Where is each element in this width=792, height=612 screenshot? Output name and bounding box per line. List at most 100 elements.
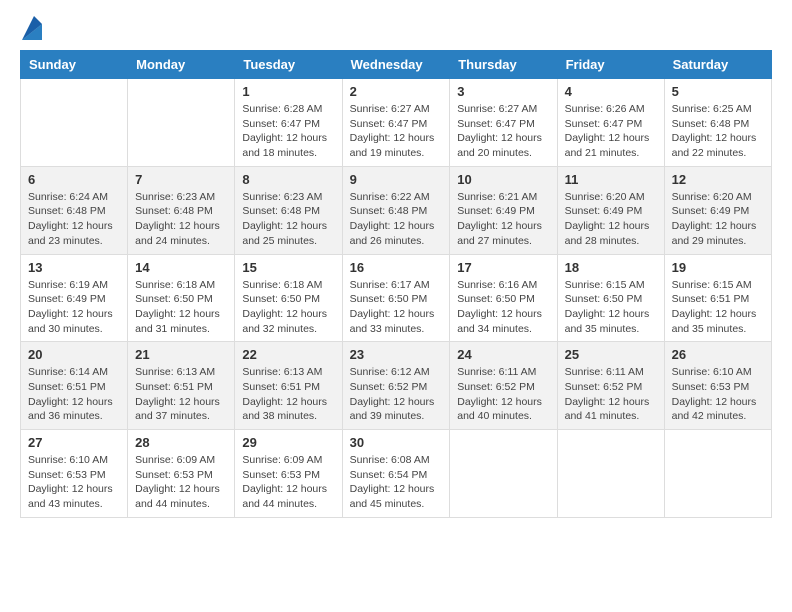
calendar-cell: 11Sunrise: 6:20 AM Sunset: 6:49 PM Dayli… <box>557 166 664 254</box>
calendar-cell: 1 Sunrise: 6:28 AM Sunset: 6:47 PM Daylig… <box>235 79 342 167</box>
day-info: Sunrise: 6:09 AM Sunset: 6:53 PM Dayligh… <box>242 453 334 512</box>
calendar-cell: 21 Sunrise: 6:13 AM Sunset: 6:51 PM Dayli… <box>128 342 235 430</box>
calendar-cell: 22Sunrise: 6:13 AM Sunset: 6:51 PM Dayli… <box>235 342 342 430</box>
day-info: Sunrise: 6:10 AM Sunset: 6:53 PM Dayligh… <box>672 365 764 424</box>
day-info: Sunrise: 6:10 AM Sunset: 6:53 PM Dayligh… <box>28 453 120 512</box>
day-number: 16 <box>350 260 443 275</box>
day-number: 21 <box>135 347 227 362</box>
calendar-cell: 6Sunrise: 6:24 AM Sunset: 6:48 PM Daylig… <box>21 166 128 254</box>
day-number: 27 <box>28 435 120 450</box>
day-info: Sunrise: 6:27 AM Sunset: 6:47 PM Dayligh… <box>350 102 443 161</box>
logo <box>20 20 42 40</box>
day-info: Sunrise: 6:09 AM Sunset: 6:53 PM Dayligh… <box>135 453 227 512</box>
calendar-cell: 30 Sunrise: 6:08 AM Sunset: 6:54 PM Dayli… <box>342 430 450 518</box>
calendar-cell: 29 Sunrise: 6:09 AM Sunset: 6:53 PM Dayli… <box>235 430 342 518</box>
day-number: 12 <box>672 172 764 187</box>
day-info: Sunrise: 6:13 AM Sunset: 6:51 PM Dayligh… <box>135 365 227 424</box>
day-info: Sunrise: 6:18 AM Sunset: 6:50 PM Dayligh… <box>242 278 334 337</box>
day-number: 25 <box>565 347 657 362</box>
calendar-cell: 14 Sunrise: 6:18 AM Sunset: 6:50 PM Dayli… <box>128 254 235 342</box>
calendar-cell: 8 Sunrise: 6:23 AM Sunset: 6:48 PM Daylig… <box>235 166 342 254</box>
day-info: Sunrise: 6:17 AM Sunset: 6:50 PM Dayligh… <box>350 278 443 337</box>
calendar-cell: 16 Sunrise: 6:17 AM Sunset: 6:50 PM Dayli… <box>342 254 450 342</box>
day-number: 5 <box>672 84 764 99</box>
day-info: Sunrise: 6:16 AM Sunset: 6:50 PM Dayligh… <box>457 278 549 337</box>
calendar-cell: 25Sunrise: 6:11 AM Sunset: 6:52 PM Dayli… <box>557 342 664 430</box>
day-info: Sunrise: 6:11 AM Sunset: 6:52 PM Dayligh… <box>457 365 549 424</box>
day-number: 3 <box>457 84 549 99</box>
calendar-cell: 28 Sunrise: 6:09 AM Sunset: 6:53 PM Dayli… <box>128 430 235 518</box>
day-number: 8 <box>242 172 334 187</box>
day-info: Sunrise: 6:23 AM Sunset: 6:48 PM Dayligh… <box>135 190 227 249</box>
day-number: 26 <box>672 347 764 362</box>
calendar-cell: 7 Sunrise: 6:23 AM Sunset: 6:48 PM Daylig… <box>128 166 235 254</box>
calendar-cell <box>450 430 557 518</box>
calendar-body: 1 Sunrise: 6:28 AM Sunset: 6:47 PM Daylig… <box>21 79 772 518</box>
day-number: 19 <box>672 260 764 275</box>
day-of-week-header: Saturday <box>664 51 771 79</box>
calendar-cell <box>557 430 664 518</box>
calendar-week-row: 1 Sunrise: 6:28 AM Sunset: 6:47 PM Daylig… <box>21 79 772 167</box>
calendar-cell <box>21 79 128 167</box>
day-info: Sunrise: 6:15 AM Sunset: 6:50 PM Dayligh… <box>565 278 657 337</box>
day-info: Sunrise: 6:19 AM Sunset: 6:49 PM Dayligh… <box>28 278 120 337</box>
day-number: 23 <box>350 347 443 362</box>
day-number: 9 <box>350 172 443 187</box>
day-of-week-header: Friday <box>557 51 664 79</box>
calendar-cell: 15 Sunrise: 6:18 AM Sunset: 6:50 PM Dayli… <box>235 254 342 342</box>
day-of-week-header: Tuesday <box>235 51 342 79</box>
day-number: 20 <box>28 347 120 362</box>
day-of-week-header: Wednesday <box>342 51 450 79</box>
day-info: Sunrise: 6:28 AM Sunset: 6:47 PM Dayligh… <box>242 102 334 161</box>
calendar-week-row: 27 Sunrise: 6:10 AM Sunset: 6:53 PM Dayli… <box>21 430 772 518</box>
day-info: Sunrise: 6:12 AM Sunset: 6:52 PM Dayligh… <box>350 365 443 424</box>
day-number: 24 <box>457 347 549 362</box>
day-number: 2 <box>350 84 443 99</box>
calendar-cell <box>664 430 771 518</box>
calendar-cell: 17Sunrise: 6:16 AM Sunset: 6:50 PM Dayli… <box>450 254 557 342</box>
day-number: 1 <box>242 84 334 99</box>
calendar-cell: 9 Sunrise: 6:22 AM Sunset: 6:48 PM Daylig… <box>342 166 450 254</box>
calendar-table: SundayMondayTuesdayWednesdayThursdayFrid… <box>20 50 772 518</box>
day-of-week-header: Sunday <box>21 51 128 79</box>
day-number: 4 <box>565 84 657 99</box>
day-of-week-header: Thursday <box>450 51 557 79</box>
calendar-week-row: 13 Sunrise: 6:19 AM Sunset: 6:49 PM Dayli… <box>21 254 772 342</box>
page-header <box>20 20 772 40</box>
day-number: 10 <box>457 172 549 187</box>
day-number: 28 <box>135 435 227 450</box>
day-number: 7 <box>135 172 227 187</box>
calendar-cell: 5Sunrise: 6:25 AM Sunset: 6:48 PM Daylig… <box>664 79 771 167</box>
day-info: Sunrise: 6:14 AM Sunset: 6:51 PM Dayligh… <box>28 365 120 424</box>
day-info: Sunrise: 6:24 AM Sunset: 6:48 PM Dayligh… <box>28 190 120 249</box>
day-info: Sunrise: 6:18 AM Sunset: 6:50 PM Dayligh… <box>135 278 227 337</box>
calendar-cell: 19 Sunrise: 6:15 AM Sunset: 6:51 PM Dayli… <box>664 254 771 342</box>
day-info: Sunrise: 6:08 AM Sunset: 6:54 PM Dayligh… <box>350 453 443 512</box>
day-info: Sunrise: 6:27 AM Sunset: 6:47 PM Dayligh… <box>457 102 549 161</box>
day-info: Sunrise: 6:26 AM Sunset: 6:47 PM Dayligh… <box>565 102 657 161</box>
day-info: Sunrise: 6:13 AM Sunset: 6:51 PM Dayligh… <box>242 365 334 424</box>
calendar-cell: 4 Sunrise: 6:26 AM Sunset: 6:47 PM Daylig… <box>557 79 664 167</box>
calendar-cell <box>128 79 235 167</box>
calendar-cell: 2 Sunrise: 6:27 AM Sunset: 6:47 PM Daylig… <box>342 79 450 167</box>
day-info: Sunrise: 6:23 AM Sunset: 6:48 PM Dayligh… <box>242 190 334 249</box>
calendar-cell: 3 Sunrise: 6:27 AM Sunset: 6:47 PM Daylig… <box>450 79 557 167</box>
day-number: 15 <box>242 260 334 275</box>
calendar-cell: 12 Sunrise: 6:20 AM Sunset: 6:49 PM Dayli… <box>664 166 771 254</box>
day-info: Sunrise: 6:22 AM Sunset: 6:48 PM Dayligh… <box>350 190 443 249</box>
day-info: Sunrise: 6:20 AM Sunset: 6:49 PM Dayligh… <box>672 190 764 249</box>
day-number: 30 <box>350 435 443 450</box>
calendar-week-row: 6Sunrise: 6:24 AM Sunset: 6:48 PM Daylig… <box>21 166 772 254</box>
day-number: 29 <box>242 435 334 450</box>
day-number: 11 <box>565 172 657 187</box>
day-number: 14 <box>135 260 227 275</box>
calendar-cell: 27 Sunrise: 6:10 AM Sunset: 6:53 PM Dayli… <box>21 430 128 518</box>
day-number: 13 <box>28 260 120 275</box>
calendar-week-row: 20 Sunrise: 6:14 AM Sunset: 6:51 PM Dayli… <box>21 342 772 430</box>
calendar-cell: 13 Sunrise: 6:19 AM Sunset: 6:49 PM Dayli… <box>21 254 128 342</box>
day-info: Sunrise: 6:15 AM Sunset: 6:51 PM Dayligh… <box>672 278 764 337</box>
calendar-cell: 18Sunrise: 6:15 AM Sunset: 6:50 PM Dayli… <box>557 254 664 342</box>
calendar-header: SundayMondayTuesdayWednesdayThursdayFrid… <box>21 51 772 79</box>
day-of-week-header: Monday <box>128 51 235 79</box>
day-info: Sunrise: 6:21 AM Sunset: 6:49 PM Dayligh… <box>457 190 549 249</box>
